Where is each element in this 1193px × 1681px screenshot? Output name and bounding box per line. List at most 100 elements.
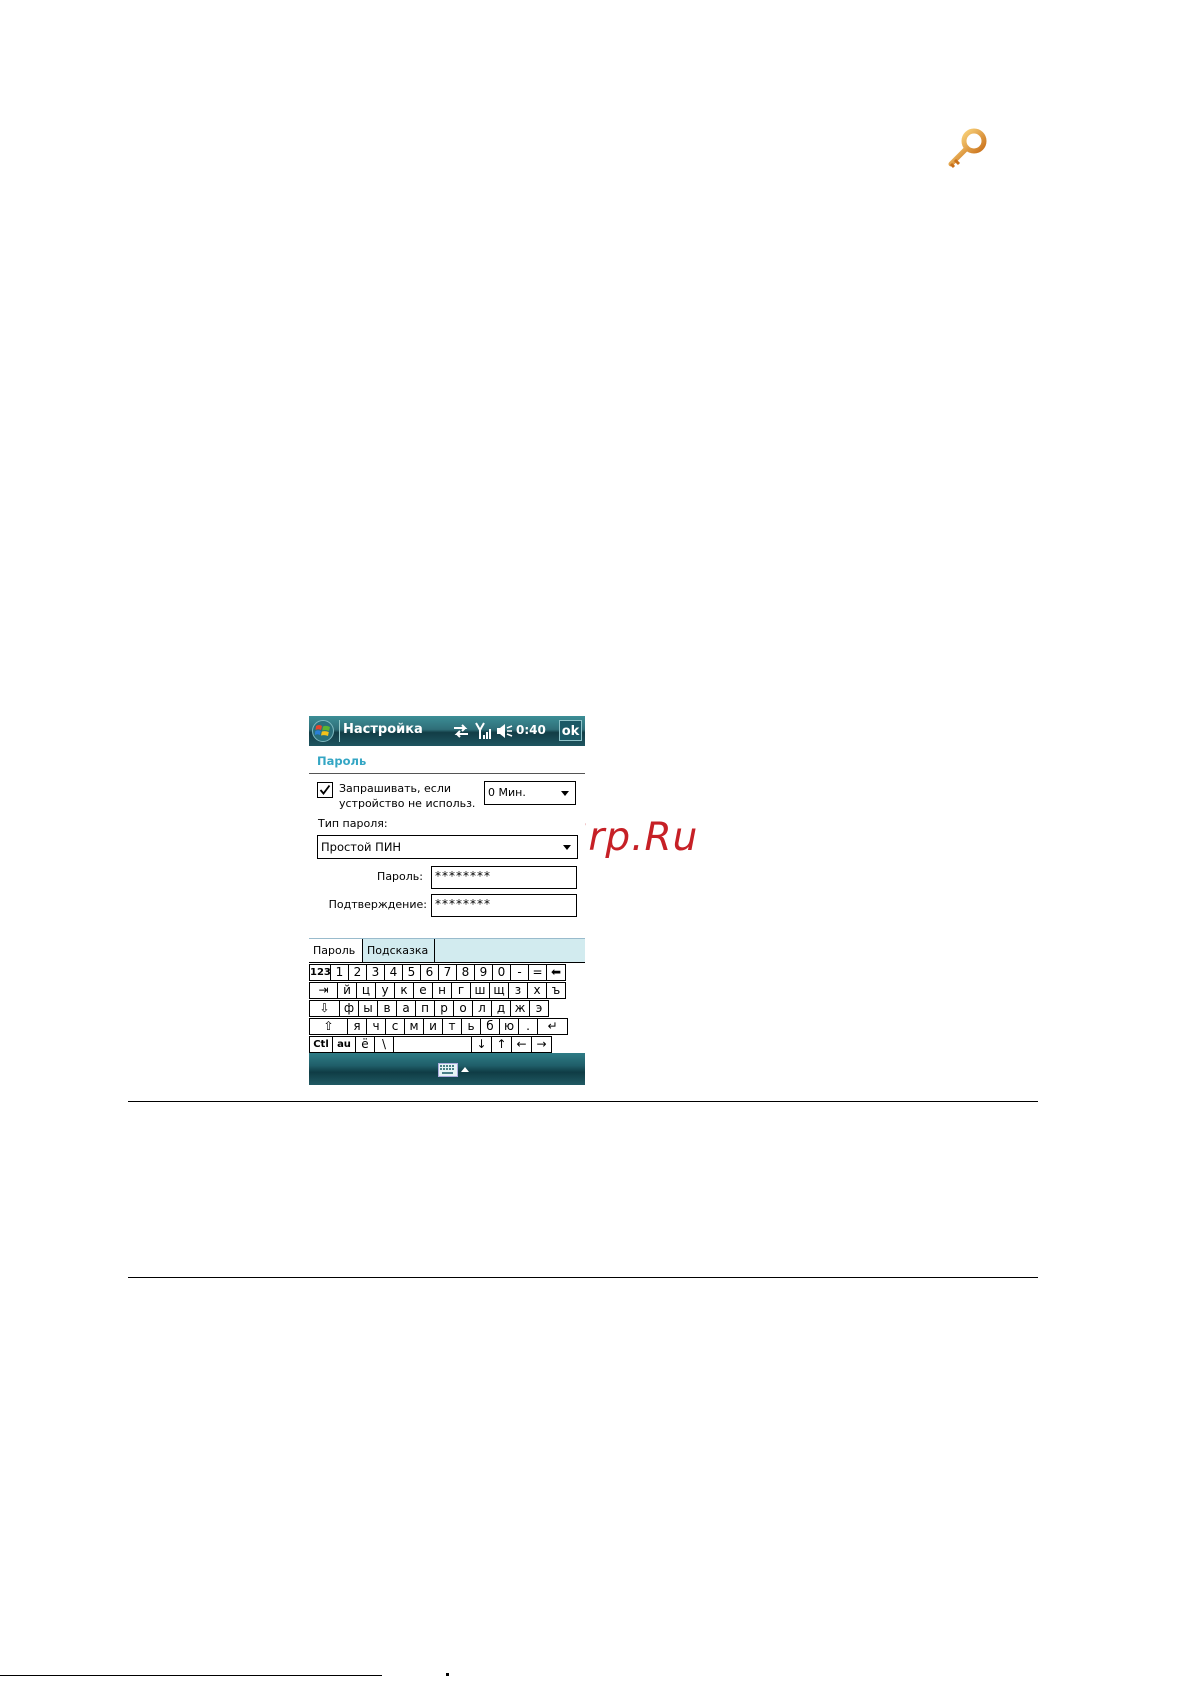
key[interactable]: к: [394, 982, 414, 999]
keyboard-row3: ⇩ ф ы в а п р о л д ж э: [309, 1000, 585, 1018]
password-field[interactable]: ********: [431, 866, 577, 889]
key[interactable]: ы: [358, 1000, 378, 1017]
keyboard-row5: Ctl au ё \ ↓ ↑ ← →: [309, 1036, 585, 1054]
password-type-dropdown[interactable]: Простой ПИН: [317, 835, 578, 859]
windows-start-icon[interactable]: [312, 720, 334, 742]
key[interactable]: 7: [438, 964, 457, 981]
lock-checkbox[interactable]: [317, 782, 333, 798]
key[interactable]: й: [337, 982, 357, 999]
key[interactable]: 2: [348, 964, 367, 981]
key[interactable]: ц: [356, 982, 376, 999]
password-label: Пароль:: [377, 870, 423, 883]
key[interactable]: а: [396, 1000, 416, 1017]
key[interactable]: 4: [384, 964, 403, 981]
lock-label-line2: устройство не использ.: [339, 797, 476, 810]
key[interactable]: .: [518, 1018, 538, 1035]
tab-password[interactable]: Пароль: [309, 939, 363, 963]
footnote-mark: [446, 1673, 449, 1676]
key[interactable]: ж: [510, 1000, 530, 1017]
key[interactable]: ↓: [471, 1036, 492, 1053]
bottom-bar: [309, 1053, 585, 1085]
heading-divider: [309, 773, 585, 774]
key[interactable]: ⇩: [309, 1000, 340, 1017]
key[interactable]: о: [453, 1000, 473, 1017]
key[interactable]: ↑: [491, 1036, 512, 1053]
key[interactable]: ⇧: [309, 1018, 348, 1035]
keyboard-row1: 123 1 2 3 4 5 6 7 8 9 0- = ⬅: [309, 964, 585, 982]
key[interactable]: ч: [366, 1018, 386, 1035]
ok-button[interactable]: ok: [559, 720, 582, 741]
key[interactable]: -: [510, 964, 529, 981]
key[interactable]: 1: [330, 964, 349, 981]
key[interactable]: д: [491, 1000, 511, 1017]
key[interactable]: н: [432, 982, 452, 999]
key[interactable]: →: [531, 1036, 552, 1053]
key[interactable]: л: [472, 1000, 492, 1017]
divider-bottom: [128, 1277, 1038, 1278]
keyboard-icon[interactable]: [438, 1063, 458, 1077]
key-icon: [948, 128, 987, 169]
key[interactable]: 3: [366, 964, 385, 981]
key[interactable]: з: [508, 982, 528, 999]
key[interactable]: э: [529, 1000, 549, 1017]
sync-arrows-icon[interactable]: [452, 722, 470, 740]
key[interactable]: х: [527, 982, 547, 999]
key[interactable]: с: [385, 1018, 405, 1035]
key[interactable]: ⬅: [546, 964, 566, 981]
key[interactable]: в: [377, 1000, 397, 1017]
key[interactable]: м: [404, 1018, 424, 1035]
key[interactable]: Ctl: [309, 1036, 333, 1053]
key[interactable]: г: [451, 982, 471, 999]
key[interactable]: е: [413, 982, 433, 999]
clock[interactable]: 0:40: [516, 723, 546, 737]
app-title: Настройка: [343, 722, 423, 737]
dropdown-arrow-icon: [561, 791, 569, 796]
device-screen: Настройка 0:40 ok Пароль Запрашивать, ес…: [309, 716, 585, 1085]
key[interactable]: ь: [461, 1018, 481, 1035]
key[interactable]: щ: [489, 982, 509, 999]
key[interactable]: р: [434, 1000, 454, 1017]
key[interactable]: у: [375, 982, 395, 999]
key-space[interactable]: [393, 1036, 472, 1053]
key[interactable]: ю: [499, 1018, 519, 1035]
volume-muted-icon[interactable]: [496, 723, 513, 739]
sip-toggle-arrow-icon[interactable]: [461, 1067, 469, 1072]
key[interactable]: я: [347, 1018, 367, 1035]
confirm-label: Подтверждение:: [328, 898, 427, 911]
lock-timeout-value: 0 Мин.: [488, 786, 526, 799]
key[interactable]: 6: [420, 964, 439, 981]
dropdown-arrow-icon: [563, 845, 571, 850]
key[interactable]: т: [442, 1018, 462, 1035]
key[interactable]: ↵: [537, 1018, 568, 1035]
key[interactable]: ё: [355, 1036, 375, 1053]
key[interactable]: 0: [492, 964, 511, 981]
key[interactable]: 9: [474, 964, 493, 981]
tab-hint[interactable]: Подсказка: [363, 939, 435, 963]
key[interactable]: и: [423, 1018, 443, 1035]
section-heading: Пароль: [317, 754, 367, 768]
title-separator: [339, 720, 340, 742]
footnote-rule: [0, 1675, 382, 1676]
confirm-password-field[interactable]: ********: [431, 894, 577, 917]
password-type-label: Тип пароля:: [318, 817, 388, 830]
key[interactable]: ш: [470, 982, 490, 999]
keyboard-row2: ⇥ й ц у к е н г ш щ з х ъ: [309, 982, 585, 1000]
checkmark-icon: [319, 784, 331, 795]
key[interactable]: ⇥: [309, 982, 338, 999]
key[interactable]: ъ: [546, 982, 566, 999]
password-type-value: Простой ПИН: [321, 840, 402, 854]
key[interactable]: 5: [402, 964, 421, 981]
key[interactable]: au: [332, 1036, 356, 1053]
key[interactable]: б: [480, 1018, 500, 1035]
key[interactable]: =: [528, 964, 547, 981]
on-screen-keyboard: 123 1 2 3 4 5 6 7 8 9 0- = ⬅ ⇥ й ц у к е н г ш щ з х ъ ⇩ ф ы в а п р о л д ж…: [309, 962, 585, 1054]
key[interactable]: 8: [456, 964, 475, 981]
key[interactable]: 123: [309, 964, 331, 981]
key[interactable]: \: [374, 1036, 394, 1053]
signal-strength-icon[interactable]: [475, 722, 491, 740]
lock-timeout-dropdown[interactable]: 0 Мин.: [484, 781, 576, 805]
key[interactable]: п: [415, 1000, 435, 1017]
key[interactable]: ф: [339, 1000, 359, 1017]
keyboard-row4: ⇧ я ч с м и т ь б ю. ↵: [309, 1018, 585, 1036]
key[interactable]: ←: [511, 1036, 532, 1053]
